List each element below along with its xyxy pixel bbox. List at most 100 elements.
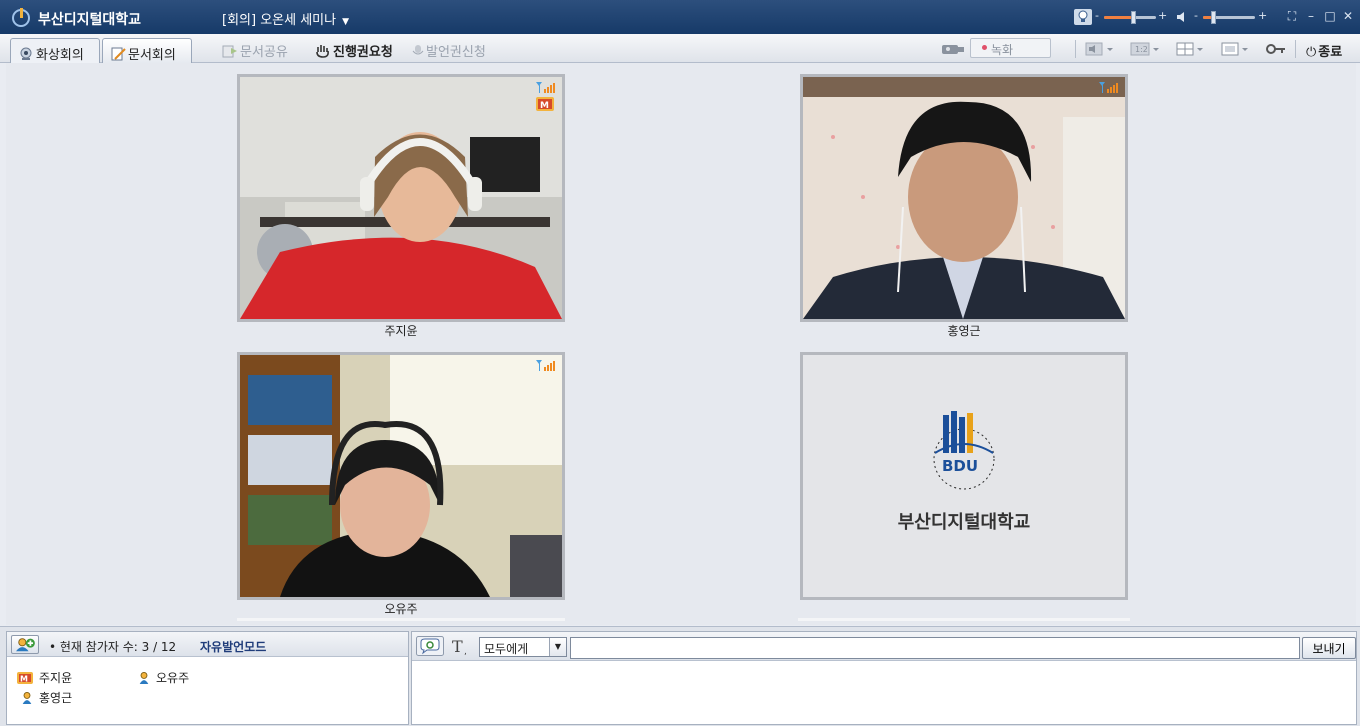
webcam-icon: [20, 47, 32, 60]
microphone-icon: [412, 45, 424, 55]
chevron-down-icon: ▼: [549, 638, 566, 656]
bdu-logo-text: BDU: [942, 457, 978, 475]
speaker-icon[interactable]: [1176, 9, 1188, 25]
participant-item[interactable]: 홍영근: [21, 689, 72, 706]
video-name-1: 주지윤: [384, 324, 418, 338]
participant-name: 오유주: [156, 671, 190, 685]
video-feed-2: [803, 77, 1125, 319]
fullscreen-icon[interactable]: ⛶: [1284, 8, 1300, 24]
signal-strength-icon: [536, 360, 555, 371]
host-badge-icon: M: [536, 97, 554, 111]
signal-strength-icon: [1099, 82, 1118, 93]
video-feed-3: [240, 355, 562, 597]
mic-volume-fill: [1104, 16, 1133, 19]
participant-panel: • 현재 참가자 수: 3 / 12 자유발언모드 M 주지윤 오유주 홍영근: [6, 631, 409, 725]
user-icon: [22, 692, 32, 704]
request-speak-button[interactable]: 발언권신청: [412, 41, 486, 60]
mic-volume-thumb[interactable]: [1131, 11, 1136, 24]
school-name: 부산디지털대학교: [897, 512, 1031, 533]
tab-doc-meeting[interactable]: 문서회의: [102, 38, 192, 63]
maximize-icon[interactable]: □: [1322, 8, 1338, 24]
tab-video-meeting[interactable]: 화상회의: [10, 38, 100, 63]
record-dot-icon: [982, 45, 987, 50]
speaker-volume-slider[interactable]: [1203, 11, 1255, 24]
chat-panel: T, 모두에게 ▼ 보내기: [411, 631, 1357, 725]
lightbulb-icon[interactable]: [1074, 9, 1092, 25]
camera-record-icon[interactable]: [940, 41, 966, 57]
toolbar: 화상회의 문서회의 문서공유 진행권요청 발언권신청 녹화 1:2 ⏻ 종료: [0, 34, 1360, 63]
record-label: 녹화: [991, 43, 1014, 57]
recipient-select[interactable]: 모두에게 ▼: [479, 637, 567, 657]
tile-divider: [237, 618, 565, 621]
mic-volume-slider[interactable]: [1104, 11, 1156, 24]
empty-video-slot: BDU 부산디지털대학교: [800, 352, 1128, 600]
text-format-icon[interactable]: T,: [450, 636, 472, 656]
share-icon: [222, 45, 237, 58]
tab-video-meeting-label: 화상회의: [36, 48, 84, 63]
record-button[interactable]: 녹화: [970, 38, 1051, 58]
bottom-panel: • 현재 참가자 수: 3 / 12 자유발언모드 M 주지윤 오유주 홍영근 T…: [0, 626, 1360, 726]
mic-minus-icon[interactable]: -: [1095, 9, 1099, 22]
speaker-plus-icon[interactable]: +: [1258, 9, 1267, 22]
request-speak-label: 발언권신청: [426, 45, 486, 60]
svg-text:,: ,: [464, 647, 467, 656]
screen-fit-icon[interactable]: [1221, 41, 1251, 57]
video-tile-2[interactable]: [800, 74, 1128, 322]
request-control-label: 진행권요청: [333, 45, 393, 60]
toolbar-divider: [1295, 40, 1296, 58]
title-bar: 부산디지털대학교 [회의] 오온세 세미나 ▼ - + - + ⛶ – □ ✕: [0, 0, 1360, 34]
app-title: 부산디지털대학교: [38, 12, 142, 28]
host-badge-icon: M: [17, 672, 33, 684]
participant-name: 주지윤: [39, 671, 73, 685]
chat-input[interactable]: [570, 637, 1300, 659]
key-settings-icon[interactable]: [1265, 41, 1287, 57]
svg-text:M: M: [20, 675, 28, 684]
chat-toolbar: T, 모두에게 ▼ 보내기: [412, 632, 1356, 661]
send-button[interactable]: 보내기: [1302, 637, 1356, 659]
svg-text:M: M: [540, 101, 549, 111]
layout-1-2-icon[interactable]: 1:2: [1130, 41, 1160, 57]
request-control-button[interactable]: 진행권요청: [315, 41, 393, 60]
chevron-down-icon: ▼: [342, 17, 350, 27]
volume-menu-icon[interactable]: [1085, 41, 1115, 57]
user-icon: [139, 672, 149, 684]
quit-label: 종료: [1318, 45, 1343, 60]
meeting-title: [회의] 오온세 세미나: [222, 13, 337, 28]
free-speech-mode[interactable]: 자유발언모드: [200, 638, 266, 655]
hand-icon: [316, 45, 329, 58]
video-stage: M 주지윤 홍영근 오유주 BDU 부산디지털대학교: [6, 63, 1356, 625]
add-participant-icon[interactable]: [11, 635, 39, 654]
video-tile-3[interactable]: [237, 352, 565, 600]
participant-name: 홍영근: [39, 691, 73, 705]
video-tile-1[interactable]: M: [237, 74, 565, 322]
doc-share-label: 문서공유: [240, 45, 288, 60]
quit-button[interactable]: ⏻ 종료: [1306, 41, 1342, 60]
mic-plus-icon[interactable]: +: [1158, 9, 1167, 22]
power-icon: ⏻: [1306, 45, 1317, 60]
speaker-volume-thumb[interactable]: [1211, 11, 1216, 24]
video-feed-1: [240, 77, 562, 319]
meeting-title-dropdown[interactable]: [회의] 오온세 세미나 ▼: [222, 9, 349, 28]
participant-header: • 현재 참가자 수: 3 / 12 자유발언모드: [7, 632, 408, 657]
speaker-minus-icon[interactable]: -: [1194, 9, 1198, 22]
participant-item[interactable]: M 주지윤: [17, 669, 72, 686]
svg-text:1:2: 1:2: [1135, 45, 1148, 54]
signal-strength-icon: [536, 82, 555, 93]
close-icon[interactable]: ✕: [1340, 8, 1356, 24]
grid-layout-icon[interactable]: [1176, 41, 1206, 57]
document-edit-icon: [111, 47, 126, 61]
video-name-2: 홍영근: [947, 324, 981, 338]
minimize-icon[interactable]: –: [1303, 8, 1319, 24]
tab-doc-meeting-label: 문서회의: [128, 48, 176, 63]
participant-count: • 현재 참가자 수: 3 / 12: [49, 640, 177, 654]
svg-text:T: T: [452, 637, 463, 656]
tile-divider: [798, 618, 1130, 621]
chat-zoom-icon[interactable]: [416, 636, 444, 656]
doc-share-button[interactable]: 문서공유: [222, 41, 288, 60]
app-logo-icon: [12, 8, 30, 27]
toolbar-divider: [1075, 40, 1076, 58]
video-name-3: 오유주: [384, 602, 418, 616]
participant-item[interactable]: 오유주: [138, 669, 189, 686]
recipient-value: 모두에게: [484, 642, 529, 656]
chat-log[interactable]: [412, 661, 1356, 723]
